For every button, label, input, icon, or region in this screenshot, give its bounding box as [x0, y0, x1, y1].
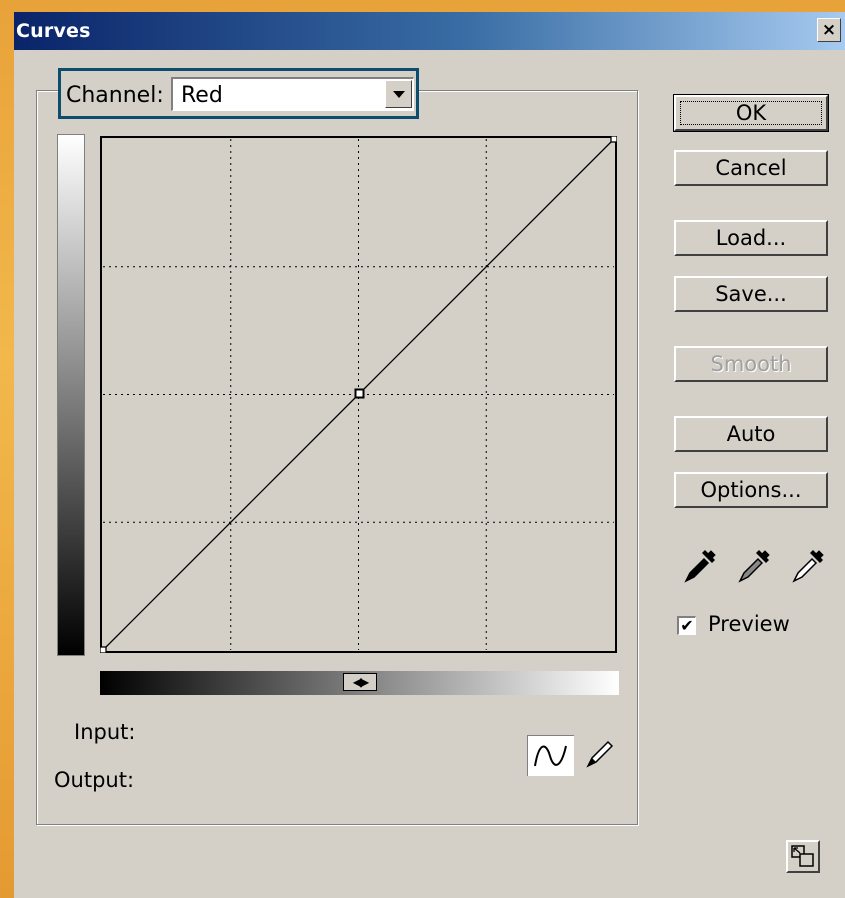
options-button[interactable]: Options...: [674, 472, 828, 508]
expand-view-icon: [791, 845, 814, 867]
channel-selector: Channel: Red: [58, 68, 419, 119]
channel-dropdown[interactable]: Red: [171, 77, 414, 111]
close-button[interactable]: ×: [817, 18, 841, 42]
curve-control-point[interactable]: [354, 388, 365, 399]
load-button[interactable]: Load...: [674, 220, 828, 256]
input-gradient-bar: ◀▶: [100, 671, 619, 695]
curve-tool-button[interactable]: [527, 735, 574, 776]
curve-graph[interactable]: [100, 136, 617, 653]
dialog-title: Curves: [16, 20, 91, 42]
gray-eyedropper-icon[interactable]: [736, 547, 772, 585]
smooth-button[interactable]: Smooth: [674, 346, 828, 382]
eyedropper-group: [678, 547, 828, 587]
input-label: Input:: [74, 720, 136, 744]
output-label: Output:: [54, 768, 135, 792]
auto-button[interactable]: Auto: [674, 416, 828, 452]
curve-control-point[interactable]: [610, 136, 617, 143]
curve-tool-icon: [534, 745, 567, 767]
curve-control-point[interactable]: [100, 646, 107, 653]
cancel-button[interactable]: Cancel: [674, 150, 828, 186]
focus-ring: [680, 101, 822, 125]
black-eyedropper-icon[interactable]: [682, 547, 718, 585]
output-gradient-bar: [57, 134, 85, 656]
expand-view-button[interactable]: [786, 840, 820, 873]
curves-dialog: Curves × Channel: Red ◀▶ Input: Output: …: [14, 12, 845, 898]
preview-checkbox[interactable]: ✔: [677, 616, 696, 635]
gradient-toggle-handle[interactable]: ◀▶: [343, 673, 377, 691]
ok-button[interactable]: OK: [673, 94, 829, 132]
preview-label[interactable]: Preview: [708, 612, 790, 636]
channel-value: Red: [181, 83, 223, 108]
title-bar[interactable]: Curves ×: [14, 12, 845, 50]
white-eyedropper-icon[interactable]: [790, 547, 826, 585]
channel-label: Channel:: [66, 83, 164, 108]
save-button[interactable]: Save...: [674, 276, 828, 312]
pencil-icon[interactable]: [582, 738, 616, 772]
chevron-down-icon[interactable]: [385, 80, 412, 108]
